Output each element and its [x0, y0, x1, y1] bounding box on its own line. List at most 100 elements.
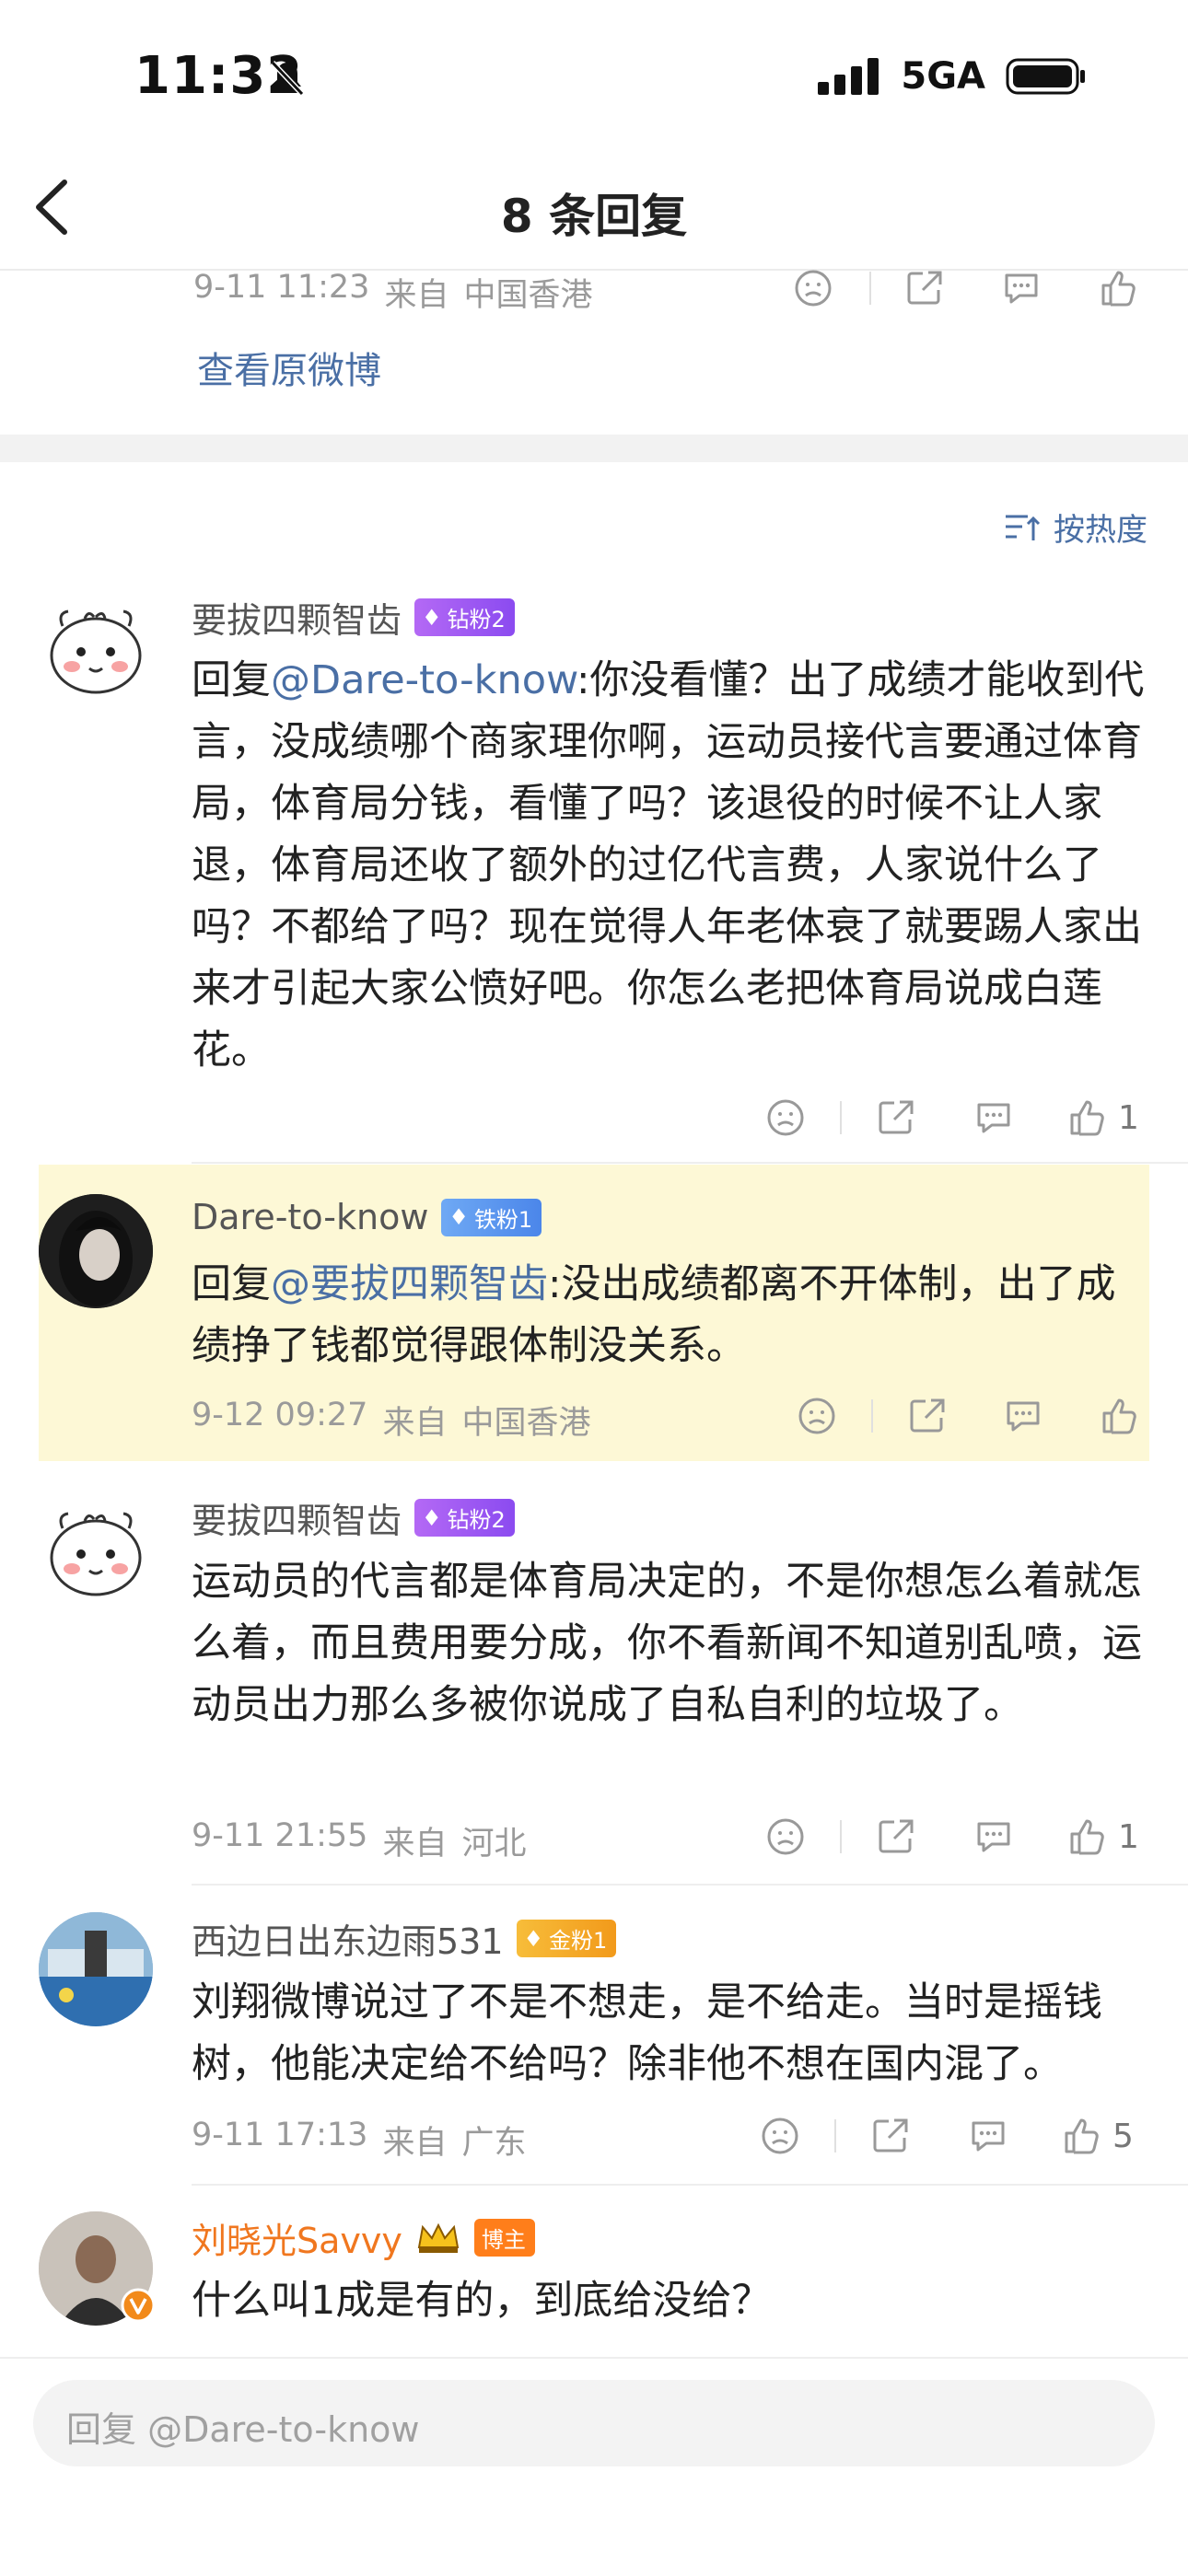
- like-button[interactable]: [1094, 1396, 1144, 1436]
- comment-meta: 9-12 09:27 来自 中国香港: [192, 1397, 590, 1444]
- sort-icon: [1006, 515, 1041, 540]
- thumbs-up-icon: [1070, 1100, 1104, 1136]
- mention-link[interactable]: @Dare-to-know: [271, 657, 577, 703]
- action-separator: [840, 1101, 842, 1134]
- comment-icon: [977, 1822, 1010, 1852]
- dislike-button[interactable]: [761, 1817, 810, 1856]
- portrait-avatar-icon: [39, 1194, 153, 1308]
- comment-text: 回复@要拔四颗智齿:没出成绩都离不开体制，出了成绩挣了钱都觉得跟体制没关系。: [192, 1254, 1140, 1377]
- comment-icon: [1005, 273, 1038, 304]
- author-name[interactable]: 西边日出东边雨531: [192, 1913, 504, 1964]
- cartoon-avatar-icon: [50, 609, 142, 694]
- comment-button[interactable]: [969, 1097, 1019, 1138]
- comment-from: 来自: [382, 2125, 448, 2162]
- comment-button[interactable]: [969, 1816, 1019, 1857]
- share-icon: [873, 2118, 908, 2152]
- author-name[interactable]: 刘晓光Savvy: [192, 2212, 402, 2263]
- blogger-badge: 博主: [473, 2219, 535, 2257]
- thumbs-up-icon: [1102, 1398, 1136, 1434]
- dislike-button[interactable]: [783, 269, 844, 307]
- comment-body: 什么叫1成是有的，到底给没给？: [192, 2278, 772, 2324]
- thumbs-up-icon: [1070, 1819, 1104, 1855]
- comment-author[interactable]: 刘晓光Savvy 博主: [192, 2212, 535, 2263]
- like-button[interactable]: 1: [1066, 1816, 1139, 1857]
- frown-icon: [798, 1398, 835, 1434]
- comment-date: 9-11 17:13: [192, 2117, 368, 2153]
- share-button[interactable]: [903, 1396, 952, 1436]
- like-count: 1: [1118, 1817, 1139, 1856]
- action-separator: [871, 1399, 873, 1433]
- badge-label: 博主: [481, 2227, 526, 2253]
- comment-divider: [192, 1162, 1188, 1164]
- comment-actions: 1: [761, 1811, 1157, 1862]
- comment-text: 回复@Dare-to-know:你没看懂？出了成绩才能收到代言，没成绩哪个商家理…: [192, 650, 1149, 1082]
- comment-actions: 1: [761, 1092, 1157, 1143]
- comment-icon: [977, 1103, 1010, 1133]
- comment-button[interactable]: [994, 268, 1049, 308]
- diamond-icon: ♦: [422, 1504, 442, 1531]
- network-type: 5GA: [901, 55, 985, 98]
- avatar[interactable]: [39, 1491, 153, 1606]
- frown-icon: [767, 1818, 804, 1855]
- frown-icon: [795, 270, 832, 307]
- comment-button[interactable]: [998, 1396, 1048, 1436]
- verified-badge-icon: [121, 2288, 156, 2323]
- battery-icon: [1006, 58, 1085, 95]
- comment-button[interactable]: [963, 2116, 1013, 2156]
- share-icon: [879, 1100, 914, 1134]
- comment-location: 河北: [461, 1826, 527, 1862]
- dislike-button[interactable]: [792, 1397, 842, 1435]
- badge-label: 铁粉1: [473, 1206, 533, 1233]
- badge-label: 金粉1: [549, 1928, 608, 1954]
- comment-author[interactable]: 要拔四颗智齿 ♦ 钻粉2: [192, 592, 515, 643]
- author-name[interactable]: 要拔四颗智齿: [192, 592, 402, 643]
- share-button[interactable]: [897, 268, 952, 308]
- avatar[interactable]: [39, 589, 153, 703]
- action-separator: [869, 272, 871, 305]
- sort-button[interactable]: 按热度: [1004, 505, 1147, 550]
- comment-date: 9-12 09:27: [192, 1397, 368, 1433]
- avatar[interactable]: [39, 1912, 153, 2026]
- pool-photo-avatar-icon: [39, 1912, 153, 2026]
- fan-badge: ♦ 钻粉2: [414, 598, 515, 636]
- comment-meta: 9-11 21:55 来自 河北: [192, 1817, 526, 1864]
- comment-author[interactable]: 西边日出东边雨531 ♦ 金粉1: [192, 1913, 617, 1964]
- avatar[interactable]: [39, 1194, 153, 1308]
- thumbs-up-icon: [1065, 2118, 1099, 2154]
- comment-text: 什么叫1成是有的，到底给没给？: [192, 2270, 1149, 2332]
- comment-divider: [192, 1884, 1188, 1886]
- dislike-button[interactable]: [755, 2117, 805, 2155]
- like-button[interactable]: 1: [1066, 1097, 1139, 1138]
- comment-divider: [192, 2184, 1188, 2186]
- top-post-date: 9-11 11:23: [193, 269, 370, 306]
- diamond-icon: ♦: [422, 604, 442, 631]
- top-post-meta: 9-11 11:23 来自 中国香港: [193, 269, 592, 316]
- badge-label: 钻粉2: [447, 607, 506, 632]
- like-count: 5: [1112, 2117, 1134, 2155]
- action-separator: [834, 2119, 836, 2152]
- share-button[interactable]: [866, 2116, 915, 2156]
- fan-badge: ♦ 钻粉2: [414, 1499, 515, 1537]
- dislike-button[interactable]: [761, 1098, 810, 1137]
- signal-icon: [818, 58, 879, 95]
- frown-icon: [762, 2118, 798, 2154]
- mention-link[interactable]: @要拔四颗智齿: [271, 1261, 548, 1307]
- action-separator: [840, 1820, 842, 1853]
- like-button[interactable]: [1090, 268, 1146, 308]
- author-name[interactable]: 要拔四颗智齿: [192, 1492, 402, 1543]
- reply-placeholder: 回复 @Dare-to-know: [66, 2409, 420, 2450]
- view-original-link[interactable]: 查看原微博: [197, 341, 381, 394]
- share-button[interactable]: [871, 1816, 921, 1857]
- crown-tv-icon: [415, 2220, 461, 2257]
- comment-author[interactable]: 要拔四颗智齿 ♦ 钻粉2: [192, 1492, 515, 1543]
- section-separator: [0, 435, 1188, 462]
- thumbs-up-icon: [1101, 271, 1136, 307]
- like-button[interactable]: 5: [1061, 2116, 1134, 2156]
- author-name[interactable]: Dare-to-know: [192, 1197, 428, 1237]
- comment-date: 9-11 21:55: [192, 1817, 368, 1854]
- comment-author[interactable]: Dare-to-know ♦ 铁粉1: [192, 1197, 542, 1237]
- share-button[interactable]: [871, 1097, 921, 1138]
- mute-bell-icon: [270, 60, 305, 97]
- comment-text: 运动员的代言都是体育局决定的，不是你想怎么着就怎么着，而且费用要分成，你不看新闻…: [192, 1551, 1149, 1736]
- frown-icon: [767, 1099, 804, 1136]
